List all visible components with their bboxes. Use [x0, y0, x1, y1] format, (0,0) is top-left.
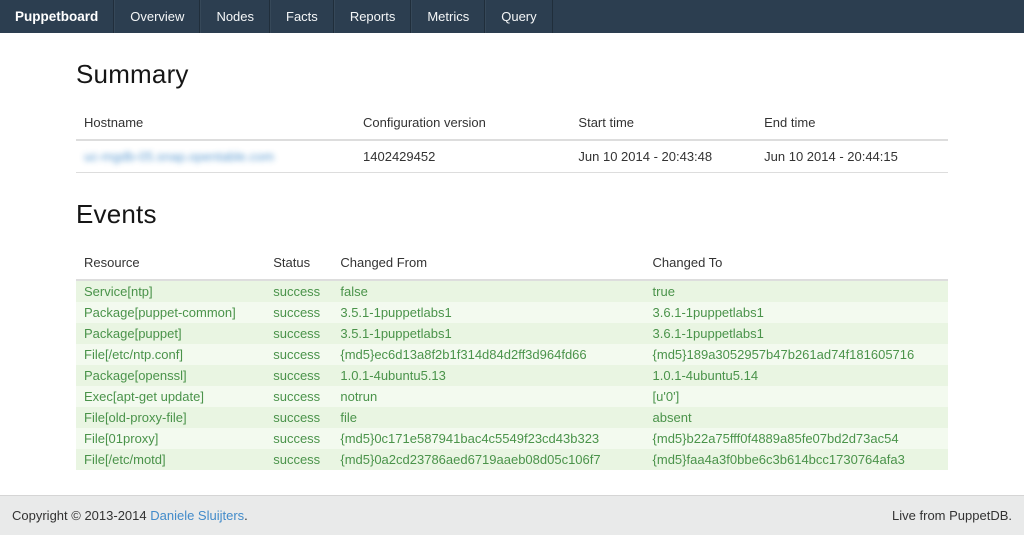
top-navbar: Puppetboard Overview Nodes Facts Reports…	[0, 0, 1024, 33]
author-link[interactable]: Daniele Sluijters	[150, 508, 244, 523]
event-row: Package[openssl] success 1.0.1-4ubuntu5.…	[76, 365, 948, 386]
end-time-value: Jun 10 2014 - 20:44:15	[756, 140, 948, 173]
event-from: {md5}ec6d13a8f2b1f314d84d2ff3d964fd66	[332, 344, 644, 365]
nav-item-query[interactable]: Query	[485, 0, 552, 33]
summary-header-config-version: Configuration version	[355, 106, 570, 140]
event-to: 3.6.1-1puppetlabs1	[645, 302, 948, 323]
copyright-text: Copyright © 2013-2014	[12, 508, 150, 523]
event-status: success	[265, 407, 332, 428]
event-status: success	[265, 365, 332, 386]
footer-copyright: Copyright © 2013-2014 Daniele Sluijters.	[12, 508, 248, 523]
event-from: file	[332, 407, 644, 428]
event-to: {md5}b22a75fff0f4889a85fe07bd2d73ac54	[645, 428, 948, 449]
event-from: 3.5.1-1puppetlabs1	[332, 302, 644, 323]
event-from: notrun	[332, 386, 644, 407]
summary-title: Summary	[76, 59, 948, 90]
events-header-from: Changed From	[332, 246, 644, 280]
event-to: {md5}189a3052957b47b261ad74f181605716	[645, 344, 948, 365]
event-resource: Package[puppet]	[76, 323, 265, 344]
start-time-value: Jun 10 2014 - 20:43:48	[570, 140, 756, 173]
events-title: Events	[76, 199, 948, 230]
copyright-suffix: .	[244, 508, 248, 523]
event-status: success	[265, 323, 332, 344]
events-header-row: Resource Status Changed From Changed To	[76, 246, 948, 280]
footer-status: Live from PuppetDB.	[892, 508, 1012, 523]
event-to: 3.6.1-1puppetlabs1	[645, 323, 948, 344]
event-row: Package[puppet-common] success 3.5.1-1pu…	[76, 302, 948, 323]
event-row: File[old-proxy-file] success file absent	[76, 407, 948, 428]
event-from: {md5}0c171e587941bac4c5549f23cd43b323	[332, 428, 644, 449]
summary-table: Hostname Configuration version Start tim…	[76, 106, 948, 173]
event-row: File[01proxy] success {md5}0c171e587941b…	[76, 428, 948, 449]
events-header-resource: Resource	[76, 246, 265, 280]
event-from: 3.5.1-1puppetlabs1	[332, 323, 644, 344]
main-content: Summary Hostname Configuration version S…	[76, 33, 948, 470]
event-status: success	[265, 302, 332, 323]
summary-header-hostname: Hostname	[76, 106, 355, 140]
event-resource: Exec[apt-get update]	[76, 386, 265, 407]
nav-item-overview[interactable]: Overview	[114, 0, 200, 33]
summary-header-row: Hostname Configuration version Start tim…	[76, 106, 948, 140]
nav-item-metrics[interactable]: Metrics	[411, 0, 485, 33]
event-resource: File[/etc/motd]	[76, 449, 265, 470]
events-header-status: Status	[265, 246, 332, 280]
event-row: Exec[apt-get update] success notrun [u'0…	[76, 386, 948, 407]
nav-item-facts[interactable]: Facts	[270, 0, 334, 33]
summary-row: uc-mgdb-05.snap.opentable.com 1402429452…	[76, 140, 948, 173]
event-resource: File[/etc/ntp.conf]	[76, 344, 265, 365]
event-row: Package[puppet] success 3.5.1-1puppetlab…	[76, 323, 948, 344]
brand-puppetboard[interactable]: Puppetboard	[0, 0, 114, 33]
event-from: 1.0.1-4ubuntu5.13	[332, 365, 644, 386]
event-resource: Package[puppet-common]	[76, 302, 265, 323]
event-resource: Package[openssl]	[76, 365, 265, 386]
event-resource: File[old-proxy-file]	[76, 407, 265, 428]
event-to: [u'0']	[645, 386, 948, 407]
footer: Copyright © 2013-2014 Daniele Sluijters.…	[0, 495, 1024, 535]
event-status: success	[265, 449, 332, 470]
config-version-value: 1402429452	[355, 140, 570, 173]
summary-header-start-time: Start time	[570, 106, 756, 140]
events-table: Resource Status Changed From Changed To …	[76, 246, 948, 470]
event-from: {md5}0a2cd23786aed6719aaeb08d05c106f7	[332, 449, 644, 470]
nav-item-reports[interactable]: Reports	[334, 0, 412, 33]
event-to: 1.0.1-4ubuntu5.14	[645, 365, 948, 386]
event-to: {md5}faa4a3f0bbe6c3b614bcc1730764afa3	[645, 449, 948, 470]
event-resource: Service[ntp]	[76, 280, 265, 302]
event-status: success	[265, 386, 332, 407]
event-resource: File[01proxy]	[76, 428, 265, 449]
summary-header-end-time: End time	[756, 106, 948, 140]
event-to: true	[645, 280, 948, 302]
hostname-link[interactable]: uc-mgdb-05.snap.opentable.com	[84, 149, 274, 164]
event-row: File[/etc/motd] success {md5}0a2cd23786a…	[76, 449, 948, 470]
event-status: success	[265, 344, 332, 365]
event-row: File[/etc/ntp.conf] success {md5}ec6d13a…	[76, 344, 948, 365]
event-row: Service[ntp] success false true	[76, 280, 948, 302]
event-status: success	[265, 428, 332, 449]
event-from: false	[332, 280, 644, 302]
event-to: absent	[645, 407, 948, 428]
events-header-to: Changed To	[645, 246, 948, 280]
nav-item-nodes[interactable]: Nodes	[200, 0, 270, 33]
event-status: success	[265, 280, 332, 302]
